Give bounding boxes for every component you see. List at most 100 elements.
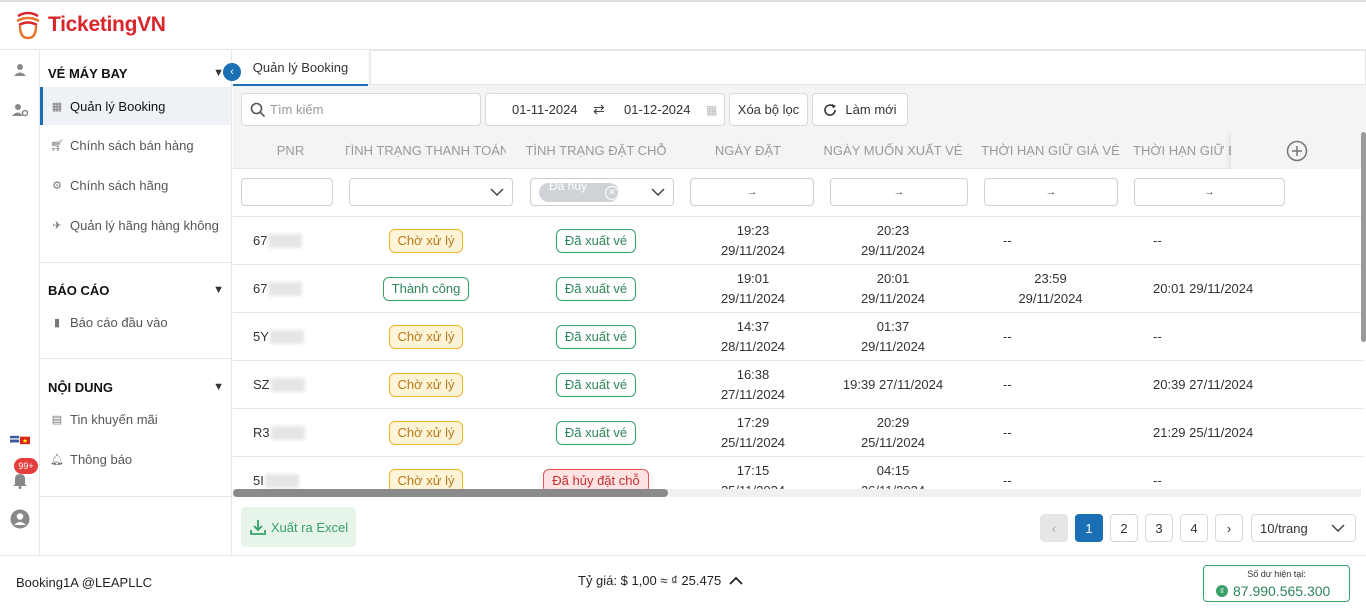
- redacted-mask: [268, 234, 303, 248]
- booking-time: 17:15: [736, 463, 770, 478]
- pnr-cell[interactable]: 67: [253, 265, 343, 313]
- pnr-cell[interactable]: R3: [253, 409, 343, 457]
- top-bar: TicketingVN: [0, 0, 1366, 50]
- arrow-right-icon: →: [1204, 186, 1215, 198]
- payment-status-filter[interactable]: [349, 178, 513, 206]
- issue-date-cell: 19:39 27/11/2024: [823, 361, 963, 409]
- section-ve-may-bay[interactable]: VÉ MÁY BAY ▼: [48, 61, 224, 85]
- fare-hold-filter[interactable]: →: [984, 178, 1118, 206]
- prev-page-button[interactable]: ‹: [1040, 514, 1068, 542]
- issue-date-cell: 20:01 29/11/2024: [823, 265, 963, 313]
- column-header-seat-hold[interactable]: THỜI HẠN GIỮ BC: [1133, 132, 1233, 169]
- page-2-button[interactable]: 2: [1110, 514, 1138, 542]
- section-noi-dung[interactable]: NỘI DUNG ▼: [48, 375, 224, 399]
- booking-time: 14:37: [736, 319, 770, 334]
- scroll-thumb[interactable]: [233, 489, 668, 497]
- booking-time: 17:29: [736, 415, 770, 430]
- booking-status-filter[interactable]: Đã hủy ... ✕: [530, 178, 674, 207]
- table-row[interactable]: SZ Chờ xử lý Đã xuất vé 16:38 27/11/2024 19:3…: [233, 361, 1363, 409]
- table-row[interactable]: R3 Chờ xử lý Đã xuất vé 17:29 25/11/2024 20:2…: [233, 409, 1363, 457]
- payment-status-badge: Chờ xử lý: [388, 421, 464, 445]
- column-header-fare-hold[interactable]: THỜI HẠN GIỮ GIÁ VÉ: [978, 132, 1123, 169]
- seat-hold-filter[interactable]: →: [1134, 178, 1285, 206]
- seat-hold-cell: 20:01 29/11/2024: [1133, 265, 1273, 313]
- sidebar-item-tin-khuyen-mai[interactable]: ▤ Tin khuyến mãi: [40, 400, 231, 438]
- filter-row: Đã hủy ... ✕ → → → →: [233, 169, 1363, 217]
- search-placeholder: Tìm kiếm: [270, 102, 324, 117]
- table-footer: Xuất ra Excel ‹ 1 2 3 4 › 10/trang: [233, 498, 1366, 555]
- pnr-cell[interactable]: 5Y: [253, 313, 343, 361]
- fare-hold-cell: --: [978, 361, 1123, 409]
- fare-hold-date: 29/11/2024: [1018, 291, 1083, 306]
- booking-date-cell: 19:01 29/11/2024: [688, 265, 818, 313]
- search-input[interactable]: Tìm kiếm: [241, 93, 481, 126]
- table-row[interactable]: 67 Chờ xử lý Đã xuất vé 19:23 29/11/2024 20:2…: [233, 217, 1363, 265]
- export-label: Xuất ra Excel: [270, 519, 349, 535]
- redacted-mask: [268, 282, 303, 296]
- sidebar-item-chinh-sach-ban-hang[interactable]: 🛒︎ Chính sách bán hàng: [40, 126, 231, 164]
- sidebar-item-bao-cao-dau-vao[interactable]: ▮ Báo cáo đầu vào: [40, 303, 231, 341]
- fare-hold-time: --: [1003, 329, 1012, 344]
- add-column-button[interactable]: [1231, 132, 1363, 169]
- language-flag-icon[interactable]: [10, 430, 30, 450]
- notification-badge: 99+: [14, 458, 38, 474]
- payment-status-badge: Thành công: [382, 277, 470, 301]
- redacted-mask: [270, 378, 305, 392]
- status-bar: Booking1A @LEAPLLC Tỷ giá: $ 1,00 ≈ ₫ 25…: [0, 555, 1366, 610]
- section-title: NỘI DUNG: [48, 379, 113, 395]
- fare-hold-cell: 23:59 29/11/2024: [978, 265, 1123, 313]
- filter-chip[interactable]: Đã hủy ... ✕: [539, 179, 619, 207]
- swap-arrows-icon: ⇄: [593, 101, 605, 117]
- search-icon: [250, 102, 266, 117]
- chevron-down-icon: [1331, 524, 1345, 532]
- horizontal-scrollbar[interactable]: [233, 489, 1361, 497]
- user-icon[interactable]: [10, 60, 30, 80]
- close-icon[interactable]: ✕: [605, 185, 619, 200]
- section-bao-cao[interactable]: BÁO CÁO ▼: [48, 278, 224, 302]
- sidebar-item-label: Báo cáo đầu vào: [70, 314, 168, 330]
- page-3-button[interactable]: 3: [1145, 514, 1173, 542]
- column-header-issue-date[interactable]: NGÀY MUỐN XUẤT VÉ: [823, 132, 963, 169]
- date-range-picker[interactable]: 01-11-2024 ⇄ 01-12-2024 ▦: [485, 93, 725, 126]
- sidebar-item-quan-ly-booking[interactable]: ▦ Quản lý Booking: [40, 87, 231, 125]
- issue-date: 29/11/2024: [860, 339, 926, 354]
- brand-logo[interactable]: TicketingVN: [14, 10, 166, 40]
- pnr-cell[interactable]: 67: [253, 217, 343, 265]
- column-header-booking-status[interactable]: TÌNH TRẠNG ĐẶT CHỖ: [521, 132, 671, 169]
- chevron-up-icon: [729, 576, 743, 585]
- column-header-payment-status[interactable]: TÌNH TRẠNG THANH TOÁN: [346, 132, 506, 169]
- date-to[interactable]: 01-12-2024: [624, 102, 691, 117]
- payment-status-badge: Chờ xử lý: [388, 373, 464, 397]
- collapse-sidebar-button[interactable]: ‹: [223, 63, 241, 81]
- sidebar-item-quan-ly-hang-hang-khong[interactable]: ✈ Quản lý hãng hàng không: [40, 206, 231, 244]
- booking-status-badge: Đã xuất vé: [555, 229, 637, 253]
- sidebar-item-chinh-sach-hang[interactable]: ⚙ Chính sách hãng: [40, 166, 231, 204]
- sidebar-item-thong-bao[interactable]: 🔔︎ Thông báo: [40, 440, 231, 478]
- page-size-select[interactable]: 10/trang: [1251, 514, 1356, 542]
- table-row[interactable]: 5Y Chờ xử lý Đã xuất vé 14:37 28/11/2024 01:3…: [233, 313, 1363, 361]
- vertical-scrollbar[interactable]: [1361, 132, 1366, 342]
- table-row[interactable]: 67 Thành công Đã xuất vé 19:01 29/11/2024 20:…: [233, 265, 1363, 313]
- user-settings-icon[interactable]: [10, 100, 30, 120]
- column-header-booking-date[interactable]: NGÀY ĐẶT: [688, 132, 808, 169]
- page-1-button[interactable]: 1: [1075, 514, 1103, 542]
- next-page-button[interactable]: ›: [1215, 514, 1243, 542]
- issue-date-filter[interactable]: →: [830, 178, 968, 206]
- exchange-rate[interactable]: Tỷ giá: $ 1,00 ≈ ₫ 25.475: [578, 573, 743, 588]
- pnr-value: SZ: [253, 377, 270, 392]
- chevron-down-icon: [490, 188, 504, 196]
- exchange-rate-text: Tỷ giá: $ 1,00 ≈ ₫ 25.475: [578, 573, 722, 588]
- date-from[interactable]: 01-11-2024: [512, 102, 578, 117]
- pnr-value: R3: [253, 425, 270, 440]
- booking-date-filter[interactable]: →: [690, 178, 814, 206]
- pnr-filter-input[interactable]: [241, 178, 333, 206]
- fare-hold-cell: --: [978, 217, 1123, 265]
- account-icon[interactable]: [10, 509, 30, 529]
- page-4-button[interactable]: 4: [1180, 514, 1208, 542]
- export-excel-button[interactable]: Xuất ra Excel: [241, 507, 356, 547]
- clear-filter-button[interactable]: Xóa bộ lọc: [729, 93, 808, 126]
- tab-quan-ly-booking[interactable]: Quản lý Booking: [233, 50, 368, 86]
- refresh-button[interactable]: Làm mới: [812, 93, 908, 126]
- column-header-pnr[interactable]: PNR: [233, 132, 348, 169]
- pnr-cell[interactable]: SZ: [253, 361, 343, 409]
